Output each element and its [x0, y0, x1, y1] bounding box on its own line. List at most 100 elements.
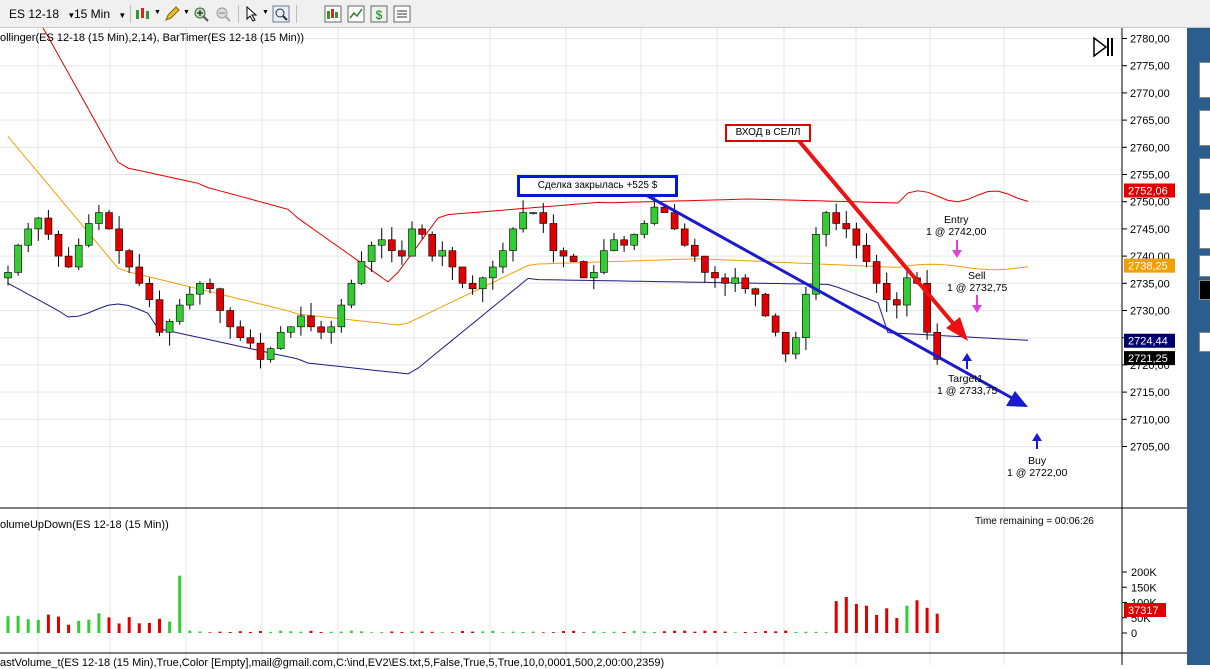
- candle: [600, 239, 608, 275]
- candle: [721, 273, 729, 296]
- volume-bar: [158, 618, 161, 633]
- side-panel: [1187, 28, 1210, 665]
- volume-bar: [895, 617, 899, 633]
- candle: [246, 329, 255, 349]
- volume-bar: [248, 631, 252, 633]
- volume-bar: [632, 631, 636, 633]
- volume-bar: [228, 632, 232, 633]
- volume-bar: [329, 631, 333, 633]
- volume-bar: [854, 603, 858, 633]
- candle: [549, 214, 558, 263]
- candle: [872, 254, 881, 293]
- volume-bar: [57, 616, 60, 633]
- side-button[interactable]: [1199, 209, 1210, 249]
- trade-closed-annotation[interactable]: Сделка закрылась +525 $: [517, 175, 678, 197]
- volume-bar: [117, 623, 121, 633]
- candle: [741, 274, 750, 294]
- chevron-down-icon[interactable]: ▼: [262, 9, 269, 16]
- properties-icon[interactable]: [393, 5, 411, 23]
- volume-bar: [97, 613, 101, 633]
- volume-bar: [774, 631, 778, 633]
- volume-bar: [834, 601, 838, 633]
- volume-marker-label: 37317: [1128, 605, 1159, 617]
- side-button[interactable]: [1199, 255, 1210, 277]
- volume-bar: [491, 630, 495, 633]
- interval-selector[interactable]: 15 Min ▼: [74, 4, 126, 24]
- volume-bar: [501, 632, 505, 633]
- instrument-label: ES 12-18: [9, 7, 60, 21]
- volume-bar: [198, 631, 202, 633]
- volume-bar: [804, 631, 808, 633]
- candle: [175, 298, 184, 325]
- volume-bar: [663, 631, 666, 633]
- candle: [276, 326, 285, 350]
- volume-bar: [208, 632, 212, 633]
- side-button[interactable]: [1199, 158, 1210, 194]
- volume-bar: [582, 632, 586, 633]
- chevron-down-icon[interactable]: ▼: [154, 9, 161, 16]
- candle: [458, 266, 467, 289]
- volume-bar: [885, 608, 889, 633]
- magnifier-icon[interactable]: [272, 5, 290, 23]
- volume-bar: [905, 605, 909, 633]
- chart-area[interactable]: 2785,002780,002775,002770,002765,002760,…: [0, 28, 1187, 669]
- entry-sell-annotation[interactable]: ВХОД в СЕЛЛ: [725, 124, 811, 142]
- candle: [317, 320, 325, 340]
- volume-bar: [77, 620, 81, 633]
- chart-canvas[interactable]: 2785,002780,002775,002770,002765,002760,…: [0, 28, 1187, 665]
- pencil-icon[interactable]: [163, 5, 181, 23]
- candle: [115, 216, 123, 264]
- candle: [155, 290, 164, 337]
- bar-timer-icon[interactable]: [1093, 36, 1113, 58]
- side-button[interactable]: [1199, 280, 1210, 300]
- zoom-out-icon[interactable]: [214, 5, 232, 23]
- candle: [337, 298, 346, 333]
- candle: [529, 212, 538, 215]
- volume-bar: [844, 597, 848, 633]
- volume-bar: [551, 632, 555, 633]
- price-axis-label: 2745,00: [1130, 224, 1170, 236]
- data-box-icon[interactable]: [347, 5, 365, 23]
- instrument-selector[interactable]: ES 12-18 ▼: [9, 4, 75, 24]
- candle: [781, 331, 790, 363]
- candle: [226, 307, 234, 339]
- volume-bar: [925, 607, 929, 633]
- candle: [761, 293, 770, 317]
- bar-type-icon[interactable]: [134, 5, 152, 23]
- side-button[interactable]: [1199, 110, 1210, 146]
- price-axis-label: 2765,00: [1130, 115, 1170, 127]
- candle: [640, 220, 649, 239]
- price-axis-label: 2750,00: [1130, 197, 1170, 209]
- price-axis-label: 2730,00: [1130, 306, 1170, 318]
- volume-bar: [794, 631, 798, 633]
- price-axis-label: 2780,00: [1130, 34, 1170, 46]
- side-button[interactable]: [1199, 332, 1210, 352]
- volume-bar: [531, 631, 535, 633]
- volume-bar: [168, 621, 172, 633]
- volume-bar: [67, 624, 71, 633]
- candle: [842, 211, 851, 239]
- zoom-in-icon[interactable]: [192, 5, 210, 23]
- buy-detail: 1 @ 2722,00: [1007, 467, 1068, 479]
- money-icon[interactable]: $: [370, 5, 388, 23]
- chevron-down-icon[interactable]: ▼: [183, 9, 190, 16]
- volume-bar: [703, 630, 707, 633]
- volume-bar: [87, 619, 91, 633]
- volume-bar: [521, 631, 525, 633]
- bottom-panel-title: astVolume_t(ES 12-18 (15 Min),True,Color…: [0, 657, 665, 669]
- price-axis-label: 2760,00: [1130, 142, 1170, 154]
- volume-bar: [26, 619, 30, 633]
- chart-trader-icon[interactable]: [324, 5, 342, 23]
- candle: [186, 286, 194, 310]
- entry-detail: 1 @ 2742,00: [926, 226, 987, 238]
- candle: [54, 230, 63, 267]
- volume-bar: [683, 630, 687, 633]
- entry-title: Entry: [944, 214, 969, 226]
- buy-title: Buy: [1028, 455, 1047, 467]
- price-axis-label: 2735,00: [1130, 278, 1170, 290]
- target-marker: [962, 353, 972, 369]
- volume-bar: [400, 631, 404, 633]
- cursor-icon[interactable]: [243, 5, 261, 23]
- volume-bar: [511, 631, 515, 633]
- side-button[interactable]: [1199, 62, 1210, 98]
